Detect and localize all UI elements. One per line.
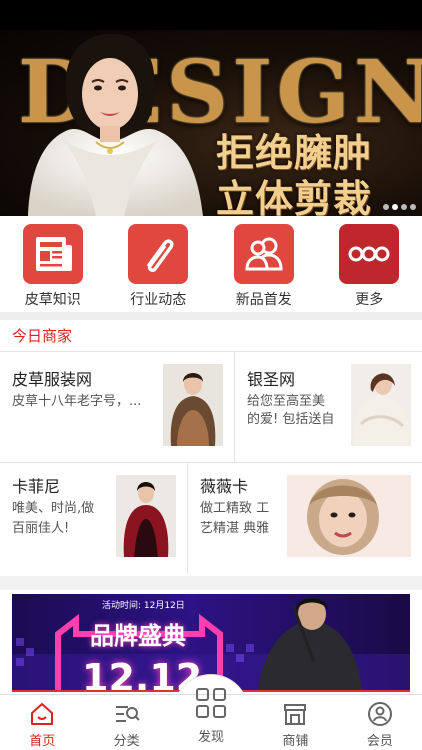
- merchant-name: 银圣网: [247, 370, 296, 389]
- category-search-icon: [115, 706, 140, 722]
- tab-discover[interactable]: 发现: [173, 678, 249, 750]
- merchant-photo: [163, 364, 223, 446]
- tab-label: 会员: [366, 734, 393, 749]
- paperclip-icon: [128, 224, 189, 284]
- banner-slogan-line2: 立体剪裁: [216, 176, 373, 216]
- merchant-desc-line1: 给您至高至美: [247, 394, 326, 409]
- newspaper-icon: [22, 224, 83, 284]
- status-bar: [0, 0, 422, 30]
- carousel-dots[interactable]: [383, 204, 416, 210]
- tab-category[interactable]: 分类: [84, 695, 168, 750]
- merchant-desc-line2: 百丽佳人!: [12, 521, 70, 536]
- shop-icon: [284, 704, 307, 725]
- tab-label: 首页: [29, 734, 56, 749]
- merchant-card[interactable]: 薇薇卡 做工精致 工 艺精湛 典雅: [188, 463, 422, 575]
- promo-brand-title: 品牌盛典: [90, 622, 186, 650]
- merchant-desc-line2: 艺精湛 典雅: [200, 521, 270, 536]
- carousel-dot[interactable]: [401, 204, 407, 210]
- merchant-photo: [287, 475, 411, 557]
- merchant-desc-line1: 唯美、时尚,做: [12, 501, 95, 516]
- quick-nav-label: 行业动态: [130, 292, 187, 308]
- merchant-desc-line1: 做工精致 工: [200, 501, 270, 516]
- home-icon: [31, 703, 54, 725]
- merchant-desc-line2: 的爱! 包括送自: [247, 412, 335, 427]
- merchant-card[interactable]: 银圣网 给您至高至美 的爱! 包括送自: [235, 352, 422, 462]
- merchant-desc: 皮草十八年老字号，...: [12, 394, 142, 409]
- merchant-name: 薇薇卡: [200, 477, 249, 496]
- people-icon: [233, 224, 294, 284]
- today-merchants-section: 今日商家 皮草服装网 皮草十八年老字号，... 银圣网 给您至高至美 的爱! 包…: [0, 320, 422, 576]
- tab-label: 分类: [113, 734, 140, 749]
- carousel-dot[interactable]: [383, 204, 389, 210]
- banner-model-image: [28, 33, 203, 216]
- quick-nav-item-industry-news[interactable]: 行业动态: [106, 216, 212, 312]
- section-title: 今日商家: [0, 320, 422, 352]
- merchant-name: 卡菲尼: [12, 477, 61, 496]
- tab-label: 商铺: [282, 734, 309, 749]
- tab-shop[interactable]: 商铺: [253, 695, 337, 750]
- quick-nav-item-new-arrivals[interactable]: 新品首发: [211, 216, 317, 312]
- tab-home[interactable]: 首页: [0, 695, 84, 750]
- merchant-card[interactable]: 皮草服装网 皮草十八年老字号，...: [0, 352, 234, 462]
- quick-nav-label: 皮草知识: [24, 292, 81, 308]
- carousel-dot[interactable]: [410, 204, 416, 210]
- quick-nav-item-fur-knowledge[interactable]: 皮草知识: [0, 216, 106, 312]
- quick-nav-label: 更多: [355, 292, 384, 308]
- section-divider: [0, 576, 422, 590]
- merchant-card[interactable]: 卡菲尼 唯美、时尚,做 百丽佳人!: [0, 463, 187, 575]
- section-divider: [0, 312, 422, 320]
- merchant-photo: [116, 475, 176, 557]
- carousel-dot-active[interactable]: [392, 204, 398, 210]
- merchant-name: 皮草服装网: [12, 370, 93, 389]
- tab-member[interactable]: 会员: [338, 695, 422, 750]
- tab-label: 发现: [197, 730, 224, 745]
- quick-nav-item-more[interactable]: 更多: [317, 216, 422, 312]
- grid-icon: [196, 688, 226, 718]
- merchant-photo: [351, 364, 411, 446]
- quick-nav-label: 新品首发: [235, 292, 292, 308]
- more-dots-icon: [339, 224, 400, 284]
- quick-nav: 皮草知识 行业动态 新品首发 更多: [0, 216, 422, 312]
- promo-banner[interactable]: DESIGN 拒绝臃肿 立体剪裁: [0, 30, 422, 216]
- promo-event-date: 活动时间: 12月12日: [102, 601, 185, 611]
- user-icon: [367, 702, 392, 726]
